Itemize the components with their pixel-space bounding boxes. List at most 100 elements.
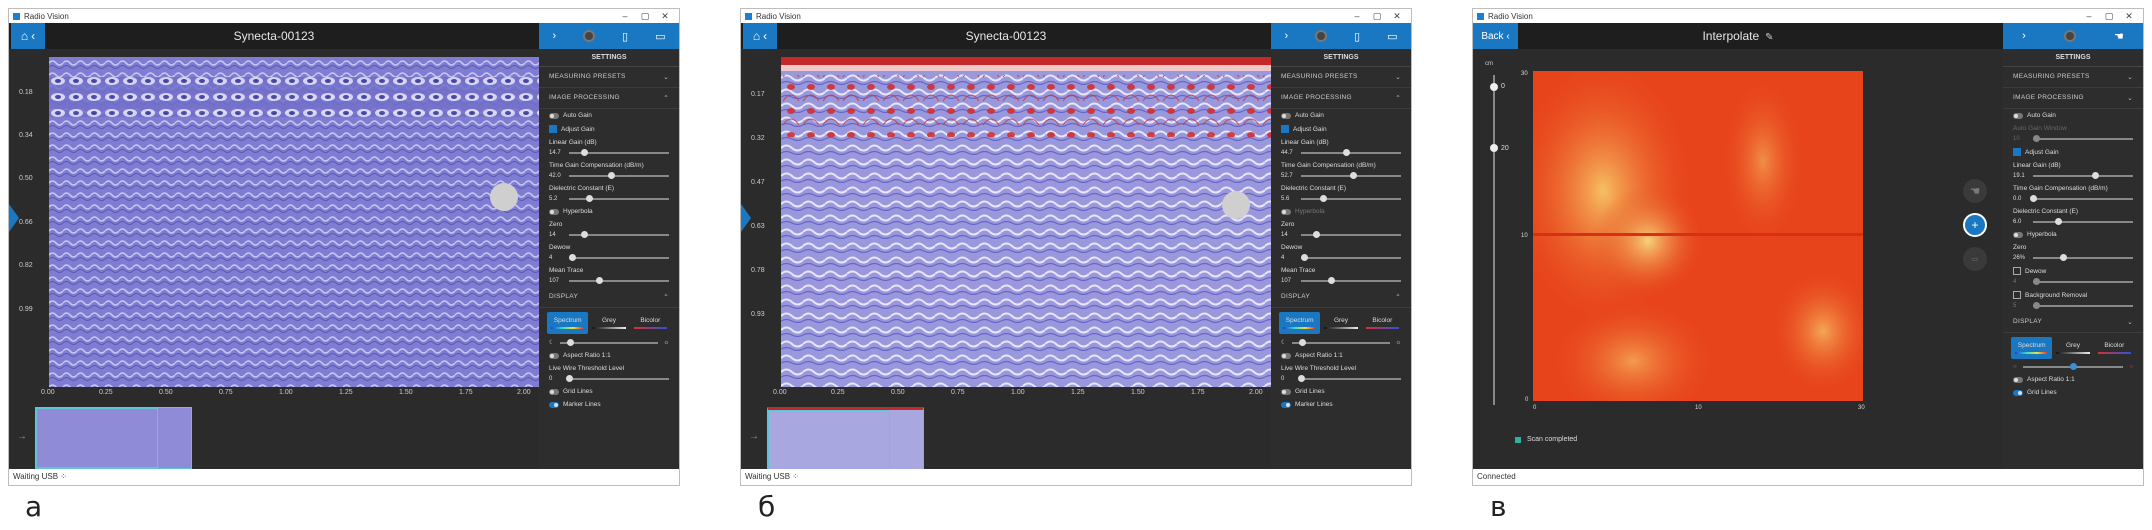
aspect-ratio-toggle[interactable] bbox=[1281, 352, 1291, 359]
hand-tool-button[interactable]: ☚ bbox=[1963, 179, 1987, 203]
auto-gain-toggle-row[interactable]: Auto Gain bbox=[1271, 109, 1411, 122]
adjust-gain-checkbox[interactable] bbox=[1281, 125, 1289, 133]
zero-slider[interactable]: 14 bbox=[539, 231, 679, 241]
minimize-button[interactable]: – bbox=[2079, 11, 2099, 21]
adjust-gain-row[interactable]: Adjust Gain bbox=[2003, 145, 2143, 159]
live-wire-slider[interactable]: 0 bbox=[1271, 375, 1411, 385]
adjust-gain-checkbox[interactable] bbox=[549, 125, 557, 133]
tgc-slider[interactable]: 52.7 bbox=[1271, 172, 1411, 182]
mode-bicolor[interactable]: Bicolor bbox=[630, 312, 671, 334]
dielectric-slider[interactable]: 6.0 bbox=[2003, 218, 2143, 228]
marker-lines-row[interactable]: Marker Lines bbox=[1271, 398, 1411, 411]
chevron-right-icon[interactable]: › bbox=[1284, 30, 1288, 42]
slider-knob[interactable] bbox=[1313, 231, 1320, 238]
overview-thumbnail[interactable] bbox=[767, 407, 924, 471]
auto-gain-toggle[interactable] bbox=[1281, 112, 1291, 119]
zero-slider[interactable]: 14 bbox=[1271, 231, 1411, 241]
auto-gain-toggle[interactable] bbox=[2013, 112, 2023, 119]
dielectric-slider[interactable]: 5.2 bbox=[539, 195, 679, 205]
radargram-view[interactable] bbox=[781, 57, 1271, 387]
arrow-right-icon[interactable]: → bbox=[749, 431, 759, 442]
grid-lines-row[interactable]: Grid Lines bbox=[2003, 386, 2143, 399]
grid-lines-row[interactable]: Grid Lines bbox=[539, 385, 679, 398]
minimize-button[interactable]: – bbox=[615, 11, 635, 21]
slider-knob[interactable] bbox=[1298, 375, 1305, 382]
section-measuring-presets[interactable]: MEASURING PRESETS ⌄ bbox=[539, 67, 679, 88]
aspect-ratio-toggle[interactable] bbox=[549, 352, 559, 359]
slider-knob[interactable] bbox=[2055, 218, 2062, 225]
linear-gain-slider[interactable]: 44.7 bbox=[1271, 149, 1411, 159]
palette-contrast-slider[interactable]: ☾ ☼ bbox=[539, 338, 679, 349]
slider-knob[interactable] bbox=[2033, 302, 2040, 309]
slider-knob[interactable] bbox=[1328, 277, 1335, 284]
grid-lines-toggle[interactable] bbox=[549, 388, 559, 395]
dewow-slider[interactable]: 4 bbox=[2003, 278, 2143, 288]
minimize-button[interactable]: – bbox=[1347, 11, 1367, 21]
aspect-ratio-row[interactable]: Aspect Ratio 1:1 bbox=[2003, 373, 2143, 386]
mode-spectrum[interactable]: Spectrum bbox=[547, 312, 589, 334]
section-display[interactable]: DISPLAY ⌃ bbox=[539, 287, 679, 308]
tgc-slider[interactable]: 42.0 bbox=[539, 172, 679, 182]
dewow-slider[interactable]: 4 bbox=[1271, 254, 1411, 264]
maximize-button[interactable]: ▢ bbox=[2099, 11, 2119, 22]
slider-knob[interactable] bbox=[1301, 254, 1308, 261]
slider-knob[interactable] bbox=[567, 338, 575, 346]
mode-grey[interactable]: Grey bbox=[588, 312, 629, 334]
dewow-checkbox[interactable] bbox=[2013, 267, 2021, 275]
close-button[interactable]: ✕ bbox=[1387, 11, 1407, 22]
section-image-processing[interactable]: IMAGE PROCESSING ⌄ bbox=[2003, 88, 2143, 109]
slider-knob[interactable] bbox=[2033, 135, 2040, 142]
slider-knob[interactable] bbox=[2092, 172, 2099, 179]
zero-slider[interactable]: 26% bbox=[2003, 254, 2143, 264]
interpolation-heatmap[interactable] bbox=[1533, 71, 1863, 401]
grid-lines-row[interactable]: Grid Lines bbox=[1271, 385, 1411, 398]
mean-trace-slider[interactable]: 107 bbox=[539, 277, 679, 287]
mode-bicolor[interactable]: Bicolor bbox=[1362, 312, 1403, 334]
background-removal-checkbox[interactable] bbox=[2013, 291, 2021, 299]
chevron-right-icon[interactable]: › bbox=[2022, 30, 2026, 42]
section-image-processing[interactable]: IMAGE PROCESSING ⌃ bbox=[1271, 88, 1411, 109]
record-button[interactable] bbox=[583, 30, 596, 42]
dielectric-slider[interactable]: 5.6 bbox=[1271, 195, 1411, 205]
slider-knob[interactable] bbox=[1320, 195, 1327, 202]
hyperbola-toggle-row[interactable]: Hyperbola bbox=[2003, 228, 2143, 241]
maximize-button[interactable]: ▢ bbox=[1367, 11, 1387, 22]
slider-knob[interactable] bbox=[596, 277, 603, 284]
slider-knob[interactable] bbox=[569, 254, 576, 261]
overview-thumbnail[interactable] bbox=[35, 407, 192, 469]
side-panel-toggle[interactable] bbox=[9, 204, 19, 232]
auto-gain-window-slider[interactable]: 10 bbox=[2003, 135, 2143, 145]
mode-spectrum[interactable]: Spectrum bbox=[1279, 312, 1321, 334]
depth-bottom-knob[interactable] bbox=[1490, 144, 1498, 152]
auto-gain-toggle[interactable] bbox=[549, 112, 559, 119]
hyperbola-toggle[interactable] bbox=[2013, 231, 2023, 238]
scroll-handle[interactable] bbox=[1222, 191, 1250, 219]
palette-range-slider[interactable]: ○ ○ bbox=[2003, 363, 2143, 373]
slider-knob[interactable] bbox=[2070, 363, 2077, 370]
pencil-icon[interactable]: ✎ bbox=[1765, 32, 1773, 43]
background-removal-slider[interactable]: 5 bbox=[2003, 302, 2143, 312]
slider-knob[interactable] bbox=[1343, 149, 1350, 156]
slider-knob[interactable] bbox=[581, 231, 588, 238]
slider-knob[interactable] bbox=[2033, 278, 2040, 285]
depth-top-knob[interactable] bbox=[1490, 83, 1498, 91]
hyperbola-toggle[interactable] bbox=[1281, 208, 1291, 215]
slider-knob[interactable] bbox=[2030, 195, 2037, 202]
panel-icon[interactable]: ▯ bbox=[1354, 30, 1360, 43]
layout-icon[interactable]: ▭ bbox=[655, 30, 665, 43]
marker-lines-toggle[interactable] bbox=[549, 401, 559, 408]
adjust-gain-row[interactable]: Adjust Gain bbox=[539, 122, 679, 136]
thumbnail-selection[interactable] bbox=[36, 408, 158, 468]
panel-icon[interactable]: ▯ bbox=[622, 30, 628, 43]
aspect-ratio-row[interactable]: Aspect Ratio 1:1 bbox=[539, 349, 679, 362]
depth-slider[interactable] bbox=[1493, 75, 1495, 405]
slider-knob[interactable] bbox=[2060, 254, 2067, 261]
hyperbola-toggle[interactable] bbox=[549, 208, 559, 215]
hyperbola-toggle-row[interactable]: Hyperbola bbox=[1271, 205, 1411, 218]
chevron-right-icon[interactable]: › bbox=[552, 30, 556, 42]
grid-lines-toggle[interactable] bbox=[2013, 389, 2023, 396]
live-wire-slider[interactable]: 0 bbox=[539, 375, 679, 385]
slider-knob[interactable] bbox=[1299, 338, 1307, 346]
radargram-view[interactable] bbox=[49, 57, 539, 387]
scroll-handle[interactable] bbox=[490, 183, 518, 211]
